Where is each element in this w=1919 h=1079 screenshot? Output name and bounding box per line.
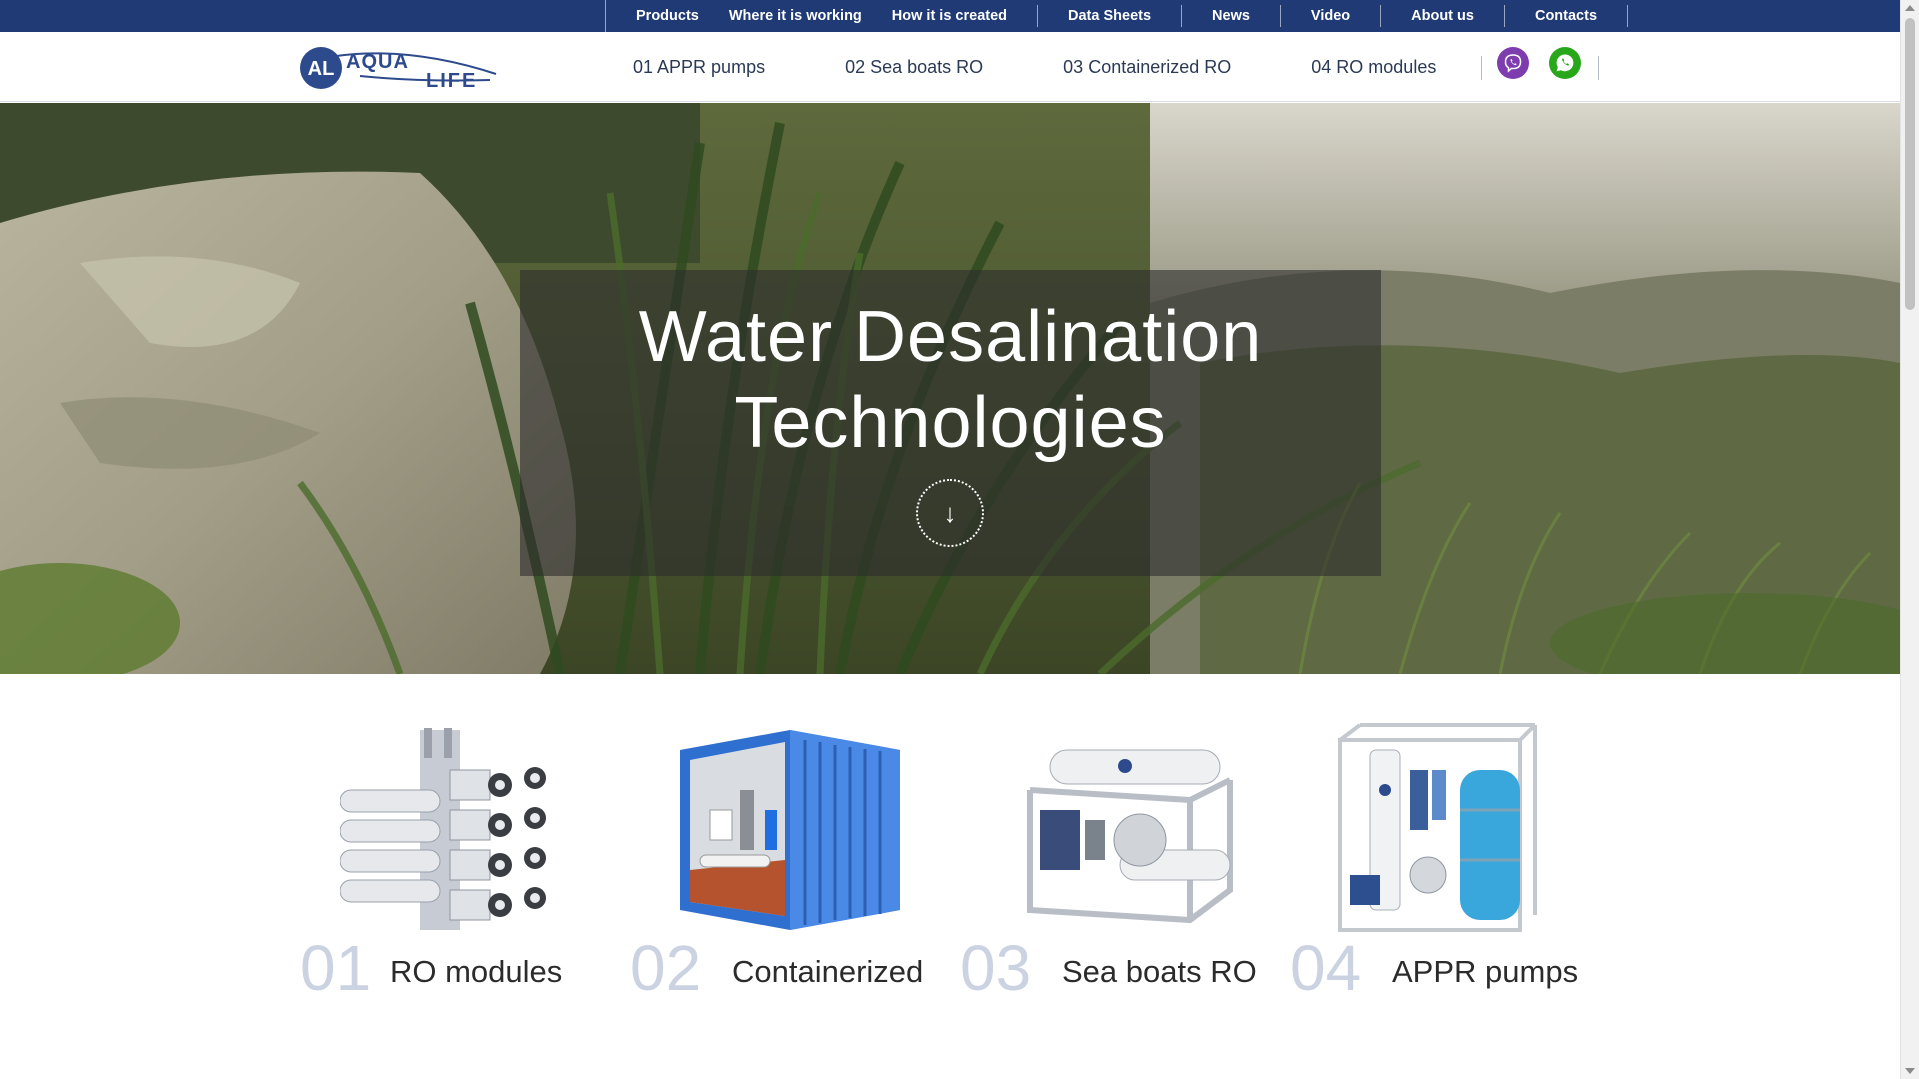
appr-pumps-image	[1338, 723, 1537, 932]
product-card-ro-modules[interactable]: 01 RO modules	[300, 674, 620, 1004]
viber-icon[interactable]	[1497, 47, 1529, 79]
topnav-news[interactable]: News	[1182, 5, 1280, 27]
nav-appr-pumps[interactable]: 01 APPR pumps	[605, 57, 805, 78]
nav-sea-boats-ro[interactable]: 02 Sea boats RO	[805, 57, 1023, 78]
product-name: APPR pumps	[1392, 954, 1579, 989]
whatsapp-icon[interactable]	[1549, 47, 1581, 79]
top-bar: Products Where it is working How it is c…	[0, 0, 1900, 32]
product-number: 04	[1290, 932, 1362, 1004]
header-separator	[1481, 56, 1482, 80]
main-header: AL AQUA LIFE 01 APPR pumps 02 Sea boats …	[0, 32, 1900, 102]
hero-title-line2: Technologies	[734, 383, 1167, 463]
arrow-down-icon: ↓	[943, 497, 957, 528]
page-scrollbar[interactable]	[1900, 0, 1919, 1079]
scroll-up-arrow-icon[interactable]	[1905, 5, 1915, 11]
product-card-containerized[interactable]: 02 Containerized	[630, 674, 950, 1004]
hero-title: Water Desalination Technologies	[520, 294, 1381, 466]
top-nav: Products Where it is working How it is c…	[605, 0, 1629, 32]
topnav-how-it-is-created[interactable]: How it is created	[892, 5, 1037, 27]
nav-ro-modules[interactable]: 04 RO modules	[1271, 57, 1476, 78]
header-separator	[1598, 56, 1599, 80]
logo-graphic: AL AQUA LIFE	[300, 47, 497, 92]
logo-word-aqua: AQUA	[346, 51, 409, 73]
products-section: 01 RO modules 02 Containerized 03 Sea bo…	[0, 674, 1900, 1079]
product-number: 03	[960, 932, 1032, 1004]
scroll-down-button[interactable]: ↓	[916, 479, 984, 547]
logo-mark: AL	[308, 58, 335, 80]
sea-boats-ro-image	[1027, 749, 1233, 924]
topnav-contacts[interactable]: Contacts	[1505, 5, 1627, 27]
page: Products Where it is working How it is c…	[0, 0, 1919, 1079]
main-nav: 01 APPR pumps 02 Sea boats RO 03 Contain…	[605, 32, 1476, 102]
scroll-down-arrow-icon[interactable]	[1905, 1068, 1915, 1074]
hero-banner: Water Desalination Technologies ↓	[0, 103, 1900, 674]
topnav-products[interactable]: Products	[606, 5, 729, 27]
topnav-data-sheets[interactable]: Data Sheets	[1038, 5, 1181, 27]
product-number: 02	[630, 932, 702, 1004]
ro-modules-image	[340, 728, 546, 930]
product-name: RO modules	[390, 954, 563, 989]
product-card-sea-boats-ro[interactable]: 03 Sea boats RO	[960, 674, 1280, 1004]
hero-title-line1: Water Desalination	[638, 297, 1263, 377]
topnav-where-it-is-working[interactable]: Where it is working	[729, 5, 892, 27]
hero-overlay: Water Desalination Technologies ↓	[520, 270, 1381, 576]
aqualife-logo[interactable]: AL AQUA LIFE	[300, 44, 498, 92]
product-card-appr-pumps[interactable]: 04 APPR pumps	[1290, 674, 1610, 1004]
topnav-separator	[1627, 5, 1629, 27]
product-number: 01	[300, 932, 372, 1004]
product-name: Sea boats RO	[1062, 954, 1257, 989]
scrollbar-thumb[interactable]	[1905, 18, 1915, 310]
containerized-image	[680, 730, 900, 930]
topnav-video[interactable]: Video	[1281, 5, 1380, 27]
nav-containerized-ro[interactable]: 03 Containerized RO	[1023, 57, 1271, 78]
topnav-about-us[interactable]: About us	[1381, 5, 1504, 27]
product-name: Containerized	[732, 954, 924, 989]
